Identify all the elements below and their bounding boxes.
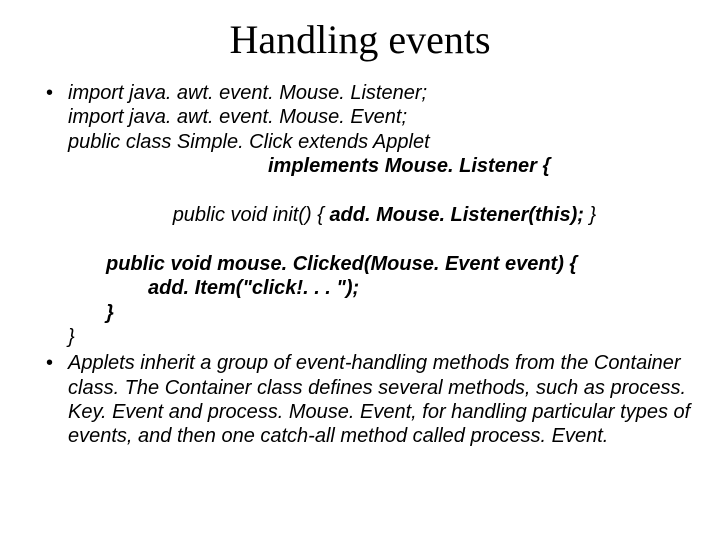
- slide-body: import java. awt. event. Mouse. Listener…: [28, 81, 692, 449]
- paragraph: Applets inherit a group of event-handlin…: [68, 352, 690, 447]
- code-line: }: [68, 325, 692, 349]
- code-fragment: add. Mouse. Listener(this);: [329, 204, 583, 226]
- code-fragment: public void init() {: [173, 204, 330, 226]
- bullet-code: import java. awt. event. Mouse. Listener…: [46, 81, 692, 349]
- code-line: import java. awt. event. Mouse. Event;: [68, 105, 692, 129]
- bullet-list: import java. awt. event. Mouse. Listener…: [28, 81, 692, 449]
- code-line: public void init() { add. Mouse. Listene…: [68, 179, 692, 252]
- code-line: add. Item("click!. . . ");: [68, 276, 692, 300]
- code-line: implements Mouse. Listener {: [68, 154, 692, 178]
- slide: Handling events import java. awt. event.…: [0, 0, 720, 540]
- code-line: public class Simple. Click extends Apple…: [68, 130, 692, 154]
- code-line: public void mouse. Clicked(Mouse. Event …: [68, 252, 692, 276]
- code-line: import java. awt. event. Mouse. Listener…: [68, 81, 692, 105]
- code-block: import java. awt. event. Mouse. Listener…: [68, 81, 692, 349]
- slide-title: Handling events: [28, 16, 692, 63]
- bullet-text: Applets inherit a group of event-handlin…: [46, 351, 692, 449]
- code-fragment: }: [584, 204, 596, 226]
- code-line: }: [68, 301, 692, 325]
